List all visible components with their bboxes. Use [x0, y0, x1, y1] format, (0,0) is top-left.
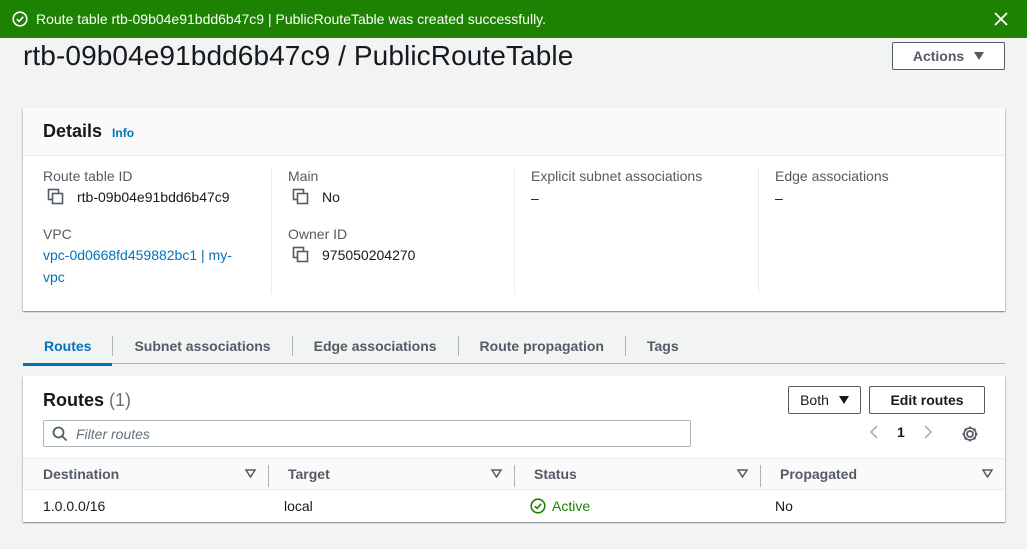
- column-propagated-label: Propagated: [780, 466, 858, 482]
- explicit-subnet-label: Explicit subnet associations: [531, 168, 703, 184]
- actions-label: Actions: [912, 48, 965, 64]
- copy-icon[interactable]: [47, 188, 65, 206]
- search-icon: [52, 426, 68, 442]
- details-title: Details: [43, 121, 103, 141]
- route-table-id-value: rtb-09b04e91bdd6b47c9: [43, 188, 271, 206]
- cell-propagated: No: [775, 498, 793, 514]
- route-table-id-label: Route table ID: [43, 168, 133, 184]
- tab-edge-associations[interactable]: Edge associations: [291, 335, 458, 356]
- sort-icon[interactable]: [737, 469, 748, 478]
- gear-icon[interactable]: [961, 425, 979, 443]
- tab-subnet-associations[interactable]: Subnet associations: [112, 335, 291, 356]
- edit-routes-button[interactable]: Edit routes: [869, 386, 985, 414]
- success-check-icon: [12, 11, 28, 27]
- owner-id-row: 975050204270: [288, 246, 515, 264]
- details-header: Details Info: [23, 108, 1005, 156]
- route-table-id: rtb-09b04e91bdd6b47c9: [77, 189, 230, 205]
- copy-icon[interactable]: [292, 246, 310, 264]
- column-destination-label: Destination: [43, 466, 120, 482]
- actions-button[interactable]: Actions: [892, 42, 1005, 70]
- tab-route-propagation[interactable]: Route propagation: [457, 335, 625, 356]
- routes-panel: Routes (1) Both Edit routes 1 Destinatio…: [23, 376, 1005, 522]
- vpc-label: VPC: [43, 226, 72, 242]
- details-column-2: Main No Owner ID 975050204270: [271, 168, 515, 294]
- routes-title: Routes (1): [43, 390, 131, 411]
- sort-icon[interactable]: [491, 469, 502, 478]
- close-icon[interactable]: [991, 9, 1011, 29]
- page-title: rtb-09b04e91bdd6b47c9 / PublicRouteTable: [23, 40, 574, 71]
- cell-status: Active: [510, 490, 590, 522]
- main-value: No: [322, 189, 340, 205]
- owner-id: 975050204270: [322, 247, 416, 263]
- main-label: Main: [288, 168, 319, 184]
- vpc-link-line-1: vpc-0d0668fd459882bc1 | my-: [43, 247, 232, 263]
- status-text: Active: [552, 498, 591, 514]
- details-column-1: Route table ID rtb-09b04e91bdd6b47c9 VPC…: [43, 168, 271, 294]
- success-flash-banner: Route table rtb-09b04e91bdd6b47c9 | Publ…: [0, 0, 1027, 38]
- route-table-tabs: Routes Subnet associations Edge associat…: [23, 328, 1005, 366]
- column-status[interactable]: Status: [514, 459, 760, 489]
- details-panel: Details Info Route table ID rtb-09b04e91…: [23, 108, 1005, 311]
- vpc-link[interactable]: vpc-0d0668fd459882bc1 | my- vpc: [43, 244, 271, 288]
- routes-table-header: Destination Target Status Propagated: [23, 458, 1005, 490]
- tab-routes[interactable]: Routes: [23, 336, 113, 366]
- association-filter-value: Both: [800, 392, 829, 408]
- column-propagated[interactable]: Propagated: [760, 459, 1005, 489]
- vpc-link-line-2: vpc: [43, 269, 65, 285]
- edge-associations-label: Edge associations: [775, 168, 889, 184]
- column-target-label: Target: [288, 466, 330, 482]
- column-status-label: Status: [534, 466, 577, 482]
- filter-routes-field[interactable]: [43, 420, 691, 447]
- routes-count: (1): [109, 390, 132, 410]
- chevron-left-icon[interactable]: [869, 424, 879, 440]
- column-destination[interactable]: Destination: [23, 459, 268, 489]
- status-badge: Active: [530, 498, 590, 514]
- cell-target: local: [284, 498, 313, 514]
- tab-tags[interactable]: Tags: [624, 335, 700, 356]
- caret-down-icon: [838, 396, 849, 404]
- pagination: 1: [869, 424, 933, 440]
- sort-icon[interactable]: [982, 469, 993, 478]
- table-row: 1.0.0.0/16 local Active No: [23, 490, 1005, 522]
- owner-id-label: Owner ID: [288, 226, 348, 242]
- current-page[interactable]: 1: [897, 424, 905, 440]
- cell-destination: 1.0.0.0/16: [43, 498, 106, 514]
- association-filter-select[interactable]: Both: [788, 386, 861, 414]
- explicit-subnet-value: –: [531, 190, 539, 206]
- success-check-icon: [530, 498, 546, 514]
- routes-title-text: Routes: [43, 390, 105, 410]
- details-column-3: Explicit subnet associations –: [514, 168, 758, 294]
- filter-routes-input[interactable]: [76, 425, 656, 442]
- main-value-row: No: [288, 188, 515, 206]
- sort-icon[interactable]: [245, 469, 256, 478]
- flash-message: Route table rtb-09b04e91bdd6b47c9 | Publ…: [36, 11, 547, 27]
- edge-associations-value: –: [775, 190, 783, 206]
- caret-down-icon: [974, 52, 985, 60]
- chevron-right-icon[interactable]: [923, 424, 933, 440]
- copy-icon[interactable]: [292, 188, 310, 206]
- column-target[interactable]: Target: [268, 459, 514, 489]
- info-link[interactable]: Info: [112, 126, 134, 140]
- details-column-4: Edge associations –: [758, 168, 998, 294]
